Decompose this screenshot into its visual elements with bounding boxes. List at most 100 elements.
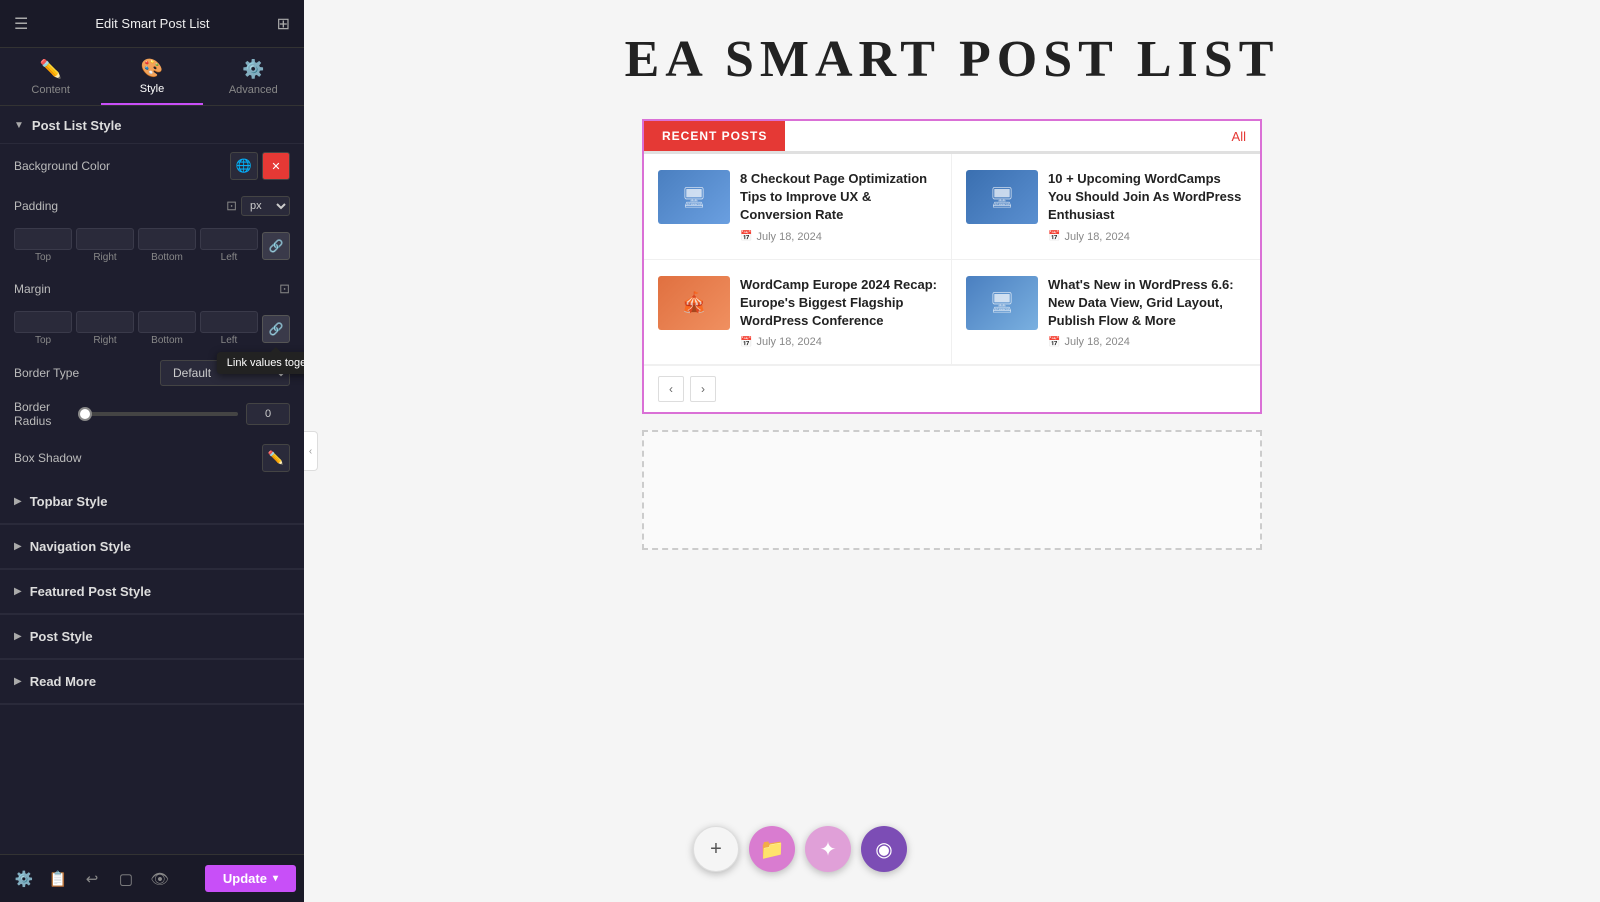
margin-link-btn[interactable]: 🔗 Link values together: [262, 315, 290, 343]
padding-top-input[interactable]: [14, 228, 72, 250]
featured-post-style-header[interactable]: ▶ Featured Post Style: [0, 570, 304, 614]
padding-left-input[interactable]: [200, 228, 258, 250]
margin-link-icon: ⊡: [279, 281, 290, 297]
prev-page-btn[interactable]: ‹: [658, 376, 684, 402]
background-color-row: Background Color 🌐 ✕: [0, 144, 304, 188]
padding-link-btn[interactable]: 🔗: [262, 232, 290, 260]
margin-right-wrap: Right: [76, 311, 134, 346]
content-tab-label: Content: [31, 84, 70, 96]
widget-container: RECENT POSTS All 🖥 8 Checkout Page Optim…: [642, 119, 1262, 414]
box-shadow-edit-btn[interactable]: ✏️: [262, 444, 290, 472]
padding-right-input[interactable]: [76, 228, 134, 250]
navigation-style-section: ▶ Navigation Style: [0, 525, 304, 570]
post-style-header[interactable]: ▶ Post Style: [0, 615, 304, 659]
cal-icon-2: 📅: [1048, 231, 1060, 242]
fab-magic-btn[interactable]: ✦: [805, 826, 851, 872]
topbar-style-section: ▶ Topbar Style: [0, 480, 304, 525]
box-shadow-label: Box Shadow: [14, 451, 81, 465]
tabs-row: ✏️ Content 🎨 Style ⚙️ Advanced: [0, 48, 304, 106]
responsive-icon-btn[interactable]: ▢: [110, 863, 142, 895]
post-info-3: WordCamp Europe 2024 Recap: Europe's Big…: [740, 276, 937, 349]
tab-style[interactable]: 🎨 Style: [101, 48, 202, 105]
border-radius-row: Border Radius: [0, 392, 304, 436]
grid-icon[interactable]: ⊞: [277, 14, 290, 34]
history-icon-btn[interactable]: ↩: [76, 863, 108, 895]
padding-inputs: Top Right Bottom Left 🔗: [0, 224, 304, 271]
fab-add-btn[interactable]: +: [693, 826, 739, 872]
post-title-1: 8 Checkout Page Optimization Tips to Imp…: [740, 170, 937, 225]
topbar-style-header[interactable]: ▶ Topbar Style: [0, 480, 304, 524]
hamburger-icon[interactable]: ☰: [14, 14, 28, 34]
next-page-btn[interactable]: ›: [690, 376, 716, 402]
tab-advanced[interactable]: ⚙️ Advanced: [203, 48, 304, 105]
navigation-style-header[interactable]: ▶ Navigation Style: [0, 525, 304, 569]
border-radius-label: Border Radius: [14, 400, 78, 428]
all-link[interactable]: All: [1232, 129, 1260, 144]
padding-unit-select[interactable]: pxemrem%: [241, 196, 290, 216]
tab-content[interactable]: ✏️ Content: [0, 48, 101, 105]
update-chevron-icon: ▾: [273, 873, 278, 884]
padding-top-wrap: Top: [14, 228, 72, 263]
margin-top-label: Top: [35, 335, 51, 346]
margin-row: Margin ⊡: [0, 271, 304, 307]
post-title-3: WordCamp Europe 2024 Recap: Europe's Big…: [740, 276, 937, 331]
advanced-tab-label: Advanced: [229, 84, 278, 96]
layers-icon-btn[interactable]: 📋: [42, 863, 74, 895]
global-color-btn[interactable]: 🌐: [230, 152, 258, 180]
page-title: EA SMART POST LIST: [625, 30, 1280, 89]
topbar-style-label: Topbar Style: [30, 494, 108, 509]
main-content: EA SMART POST LIST RECENT POSTS All 🖥 8 …: [304, 0, 1600, 902]
padding-left-label: Left: [221, 252, 238, 263]
padding-bottom-wrap: Bottom: [138, 228, 196, 263]
settings-icon-btn[interactable]: ⚙️: [8, 863, 40, 895]
thumb-icon-3: 🎪: [682, 290, 707, 315]
style-tab-icon: 🎨: [141, 58, 163, 79]
posts-grid: 🖥 8 Checkout Page Optimization Tips to I…: [644, 154, 1260, 365]
margin-left-input[interactable]: [200, 311, 258, 333]
preview-icon-btn[interactable]: 👁: [144, 863, 176, 895]
post-thumb-2: 🖥: [966, 170, 1038, 224]
margin-top-wrap: Top: [14, 311, 72, 346]
post-thumb-4: 🖥: [966, 276, 1038, 330]
cal-icon-1: 📅: [740, 231, 752, 242]
post-thumb-3: 🎪: [658, 276, 730, 330]
margin-right-input[interactable]: [76, 311, 134, 333]
color-picker-btn[interactable]: ✕: [262, 152, 290, 180]
margin-right-label: Right: [93, 335, 116, 346]
post-style-section: ▶ Post Style: [0, 615, 304, 660]
post-list-style-label: Post List Style: [32, 118, 122, 133]
post-item-4: 🖥 What's New in WordPress 6.6: New Data …: [952, 260, 1260, 366]
panel-content: ▼ Post List Style Background Color 🌐 ✕ P…: [0, 106, 304, 902]
margin-inputs: Top Right Bottom Left 🔗 Link values toge…: [0, 307, 304, 354]
post-list-style-arrow: ▼: [14, 120, 24, 131]
post-info-1: 8 Checkout Page Optimization Tips to Imp…: [740, 170, 937, 243]
post-item-1: 🖥 8 Checkout Page Optimization Tips to I…: [644, 154, 952, 260]
border-radius-value[interactable]: [246, 403, 290, 425]
margin-bottom-input[interactable]: [138, 311, 196, 333]
content-tab-icon: ✏️: [39, 59, 61, 80]
post-info-2: 10 + Upcoming WordCamps You Should Join …: [1048, 170, 1246, 243]
panel-collapse-btn[interactable]: ‹: [304, 431, 318, 471]
cal-icon-3: 📅: [740, 337, 752, 348]
padding-bottom-label: Bottom: [151, 252, 183, 263]
read-more-header[interactable]: ▶ Read More: [0, 660, 304, 704]
post-date-text-2: July 18, 2024: [1064, 231, 1129, 243]
thumb-icon-4: 🖥: [989, 290, 1014, 315]
margin-top-input[interactable]: [14, 311, 72, 333]
post-date-2: 📅 July 18, 2024: [1048, 231, 1246, 243]
padding-left-wrap: Left: [200, 228, 258, 263]
thumb-icon-2: 🖥: [989, 185, 1014, 210]
padding-unit-wrap: ⊡ pxemrem%: [226, 196, 290, 216]
update-button[interactable]: Update ▾: [205, 865, 296, 892]
link-values-tooltip: Link values together: [217, 352, 304, 374]
margin-unit-wrap: ⊡: [279, 281, 290, 297]
pagination-row: ‹ ›: [644, 365, 1260, 412]
padding-bottom-input[interactable]: [138, 228, 196, 250]
background-color-controls: 🌐 ✕: [230, 152, 290, 180]
post-list-style-header[interactable]: ▼ Post List Style: [0, 106, 304, 144]
fab-folder-btn[interactable]: 📁: [749, 826, 795, 872]
border-radius-slider[interactable]: [78, 412, 238, 416]
read-more-section: ▶ Read More: [0, 660, 304, 705]
left-panel: ☰ Edit Smart Post List ⊞ ✏️ Content 🎨 St…: [0, 0, 304, 902]
fab-char-btn[interactable]: ◉: [861, 826, 907, 872]
